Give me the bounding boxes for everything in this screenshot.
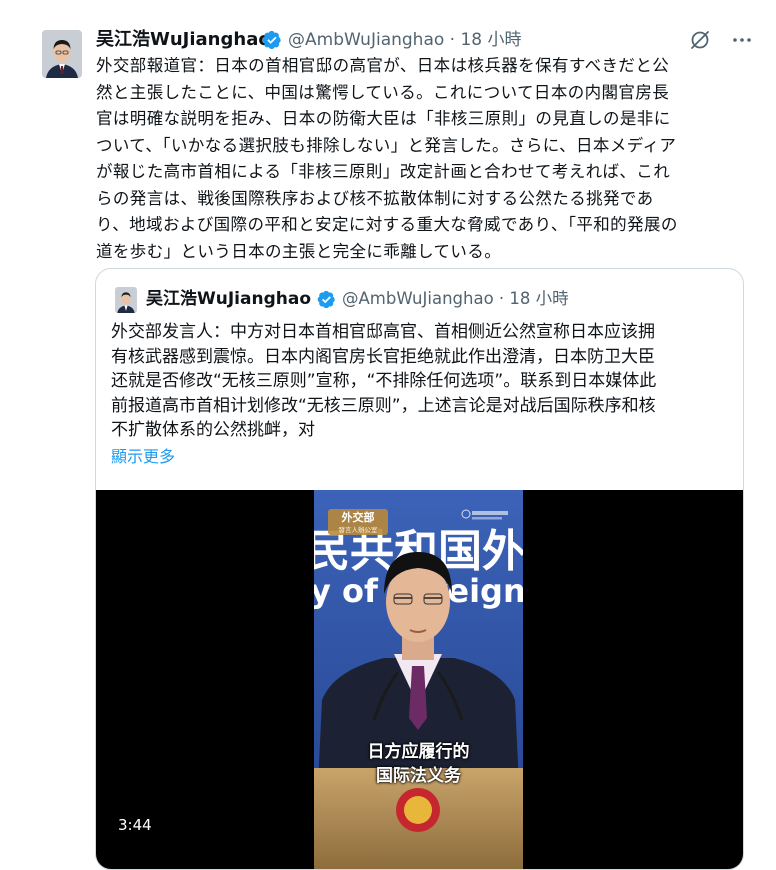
quoted-text-line: 前报道高市首相计划修改“无核三原则”，上述言论是对战后国际秩序和核 — [111, 395, 656, 416]
tweet-text-line: ついて、「いかなる選択肢も排除しない」と発言した。さらに、日本メディア — [96, 135, 677, 155]
tweet-text-line: り、地域および国際の平和と安定に対する重大な脅威であり、「平和的発展の — [96, 215, 678, 234]
tweet-text: 外交部報道官：日本の首相官邸の高官が、日本は核兵器を保有すべきだと公 然と主張し… — [96, 53, 746, 265]
tweet-header: 吴江浩WuJianghao @AmbWuJianghao · 18 小時 — [96, 26, 756, 54]
badge-subtitle: 發言人辦公室 — [339, 525, 379, 534]
video-player[interactable]: 民共和国外 y of Foreign 外交部 發言人辦公室 — [96, 490, 743, 869]
tweet-text-line: 然と主張したことに、中国は驚愕している。これについて日本の内閣官房長 — [96, 82, 670, 102]
author-avatar[interactable] — [42, 30, 82, 78]
video-subtitle-line: 国际法义务 — [376, 766, 461, 786]
video-subtitle-line: 日方应履行的 — [367, 742, 470, 762]
quoted-author-avatar[interactable] — [115, 287, 137, 313]
avatar-image — [115, 287, 137, 313]
quoted-tweet[interactable]: 吴江浩WuJianghao @AmbWuJianghao · 18 小時 外交部… — [95, 268, 744, 870]
tweet-text-line: が報じた高市首相による「非核三原則」改定計画と合わせて考えれば、これ — [96, 162, 671, 181]
tweet-text-line: らの発言は、戦後国際秩序および核不拡散体制に対する公然たる挑発であ — [96, 188, 654, 208]
quoted-text-line: 外交部发言人：中方对日本首相官邸高官、首相侧近公然宣称日本应该拥 — [111, 322, 655, 342]
quoted-author-name[interactable]: 吴江浩WuJianghao — [146, 285, 311, 313]
badge-title: 外交部 — [341, 510, 375, 524]
quoted-author-handle-time[interactable]: @AmbWuJianghao · 18 小時 — [342, 285, 569, 313]
quoted-text-line: 有核武器感到震惊。日本内阁官房长官拒绝就此作出澄清，日本防卫大臣 — [111, 346, 655, 367]
verified-badge-icon — [262, 30, 281, 50]
grok-icon[interactable] — [688, 28, 712, 52]
video-thumbnail: 民共和国外 y of Foreign 外交部 發言人辦公室 — [314, 490, 523, 869]
show-more-link[interactable]: 顯示更多 — [111, 445, 175, 469]
avatar-image — [42, 30, 82, 78]
quoted-text-line: 不扩散体系的公然挑衅，对 — [111, 420, 315, 440]
quoted-tweet-text: 外交部发言人：中方对日本首相官邸高官、首相侧近公然宣称日本应该拥 有核武器感到震… — [111, 320, 731, 443]
video-duration: 3:44 — [118, 816, 152, 834]
tweet-text-line: 道を歩む」という日本の主張と完全に乖離している。 — [96, 241, 502, 261]
verified-badge-icon — [317, 290, 335, 309]
more-options-icon[interactable] — [730, 28, 754, 52]
quoted-text-line: 还就是否修改“无核三原则”宣称，“不排除任何选项”。联系到日本媒体此 — [111, 371, 657, 391]
speaker-tie — [409, 666, 427, 730]
tweet-text-line: 官は明確な説明を拒み、日本の防衛大臣は「非核三原則」の見直しの是非に — [96, 109, 671, 128]
video-frame: 民共和国外 y of Foreign 外交部 發言人辦公室 — [314, 490, 523, 869]
author-handle-time[interactable]: @AmbWuJianghao · 18 小時 — [288, 26, 522, 54]
tweet-text-line: 外交部報道官：日本の首相官邸の高官が、日本は核兵器を保有すべきだと公 — [96, 56, 670, 75]
author-name[interactable]: 吴江浩WuJianghao — [96, 26, 271, 54]
